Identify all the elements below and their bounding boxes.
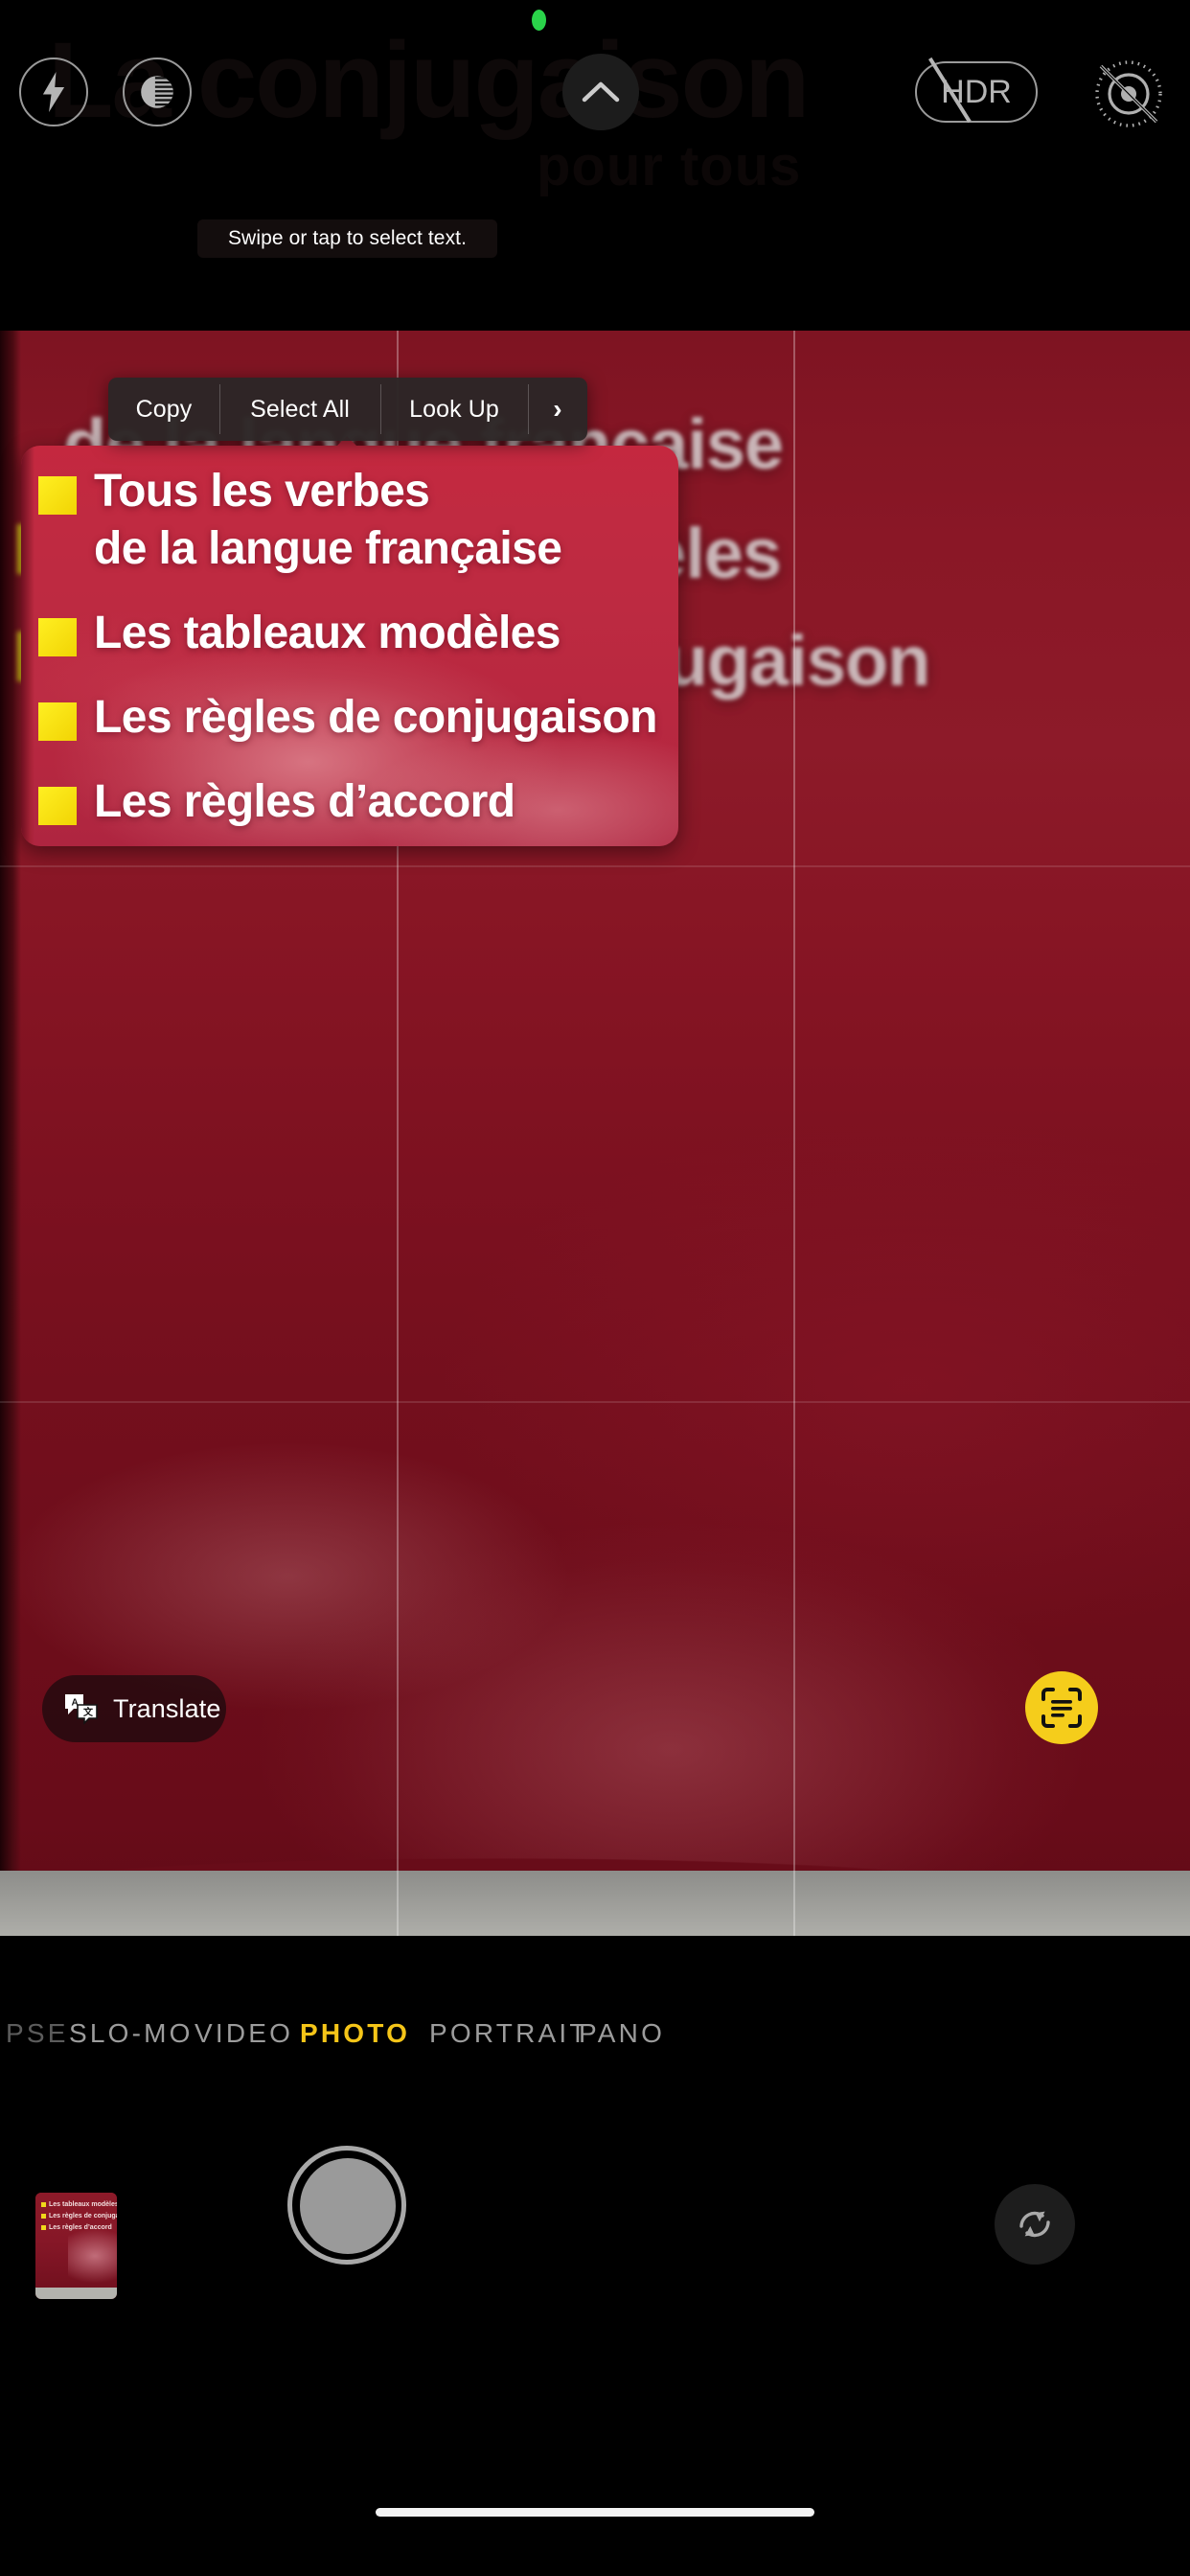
home-indicator — [376, 2508, 814, 2517]
live-photo-button[interactable] — [1092, 58, 1165, 130]
bullet-square-icon — [38, 476, 77, 515]
camera-in-use-indicator — [532, 10, 546, 31]
thumbnail-text-3: Les règles d’accord — [41, 2224, 112, 2231]
loupe-line-2: Les tableaux modèles — [21, 605, 678, 662]
night-mode-icon — [137, 72, 177, 112]
bullet-square-icon — [38, 787, 77, 825]
select-all-button[interactable]: Select All — [219, 378, 380, 441]
loupe-line-2-text: Les tableaux modèles — [94, 608, 561, 658]
loupe-line-4-text: Les règles d’accord — [94, 776, 515, 827]
camera-mode-selector[interactable]: PSE SLO-MO VIDEO PHOTO PORTRAIT PANO — [0, 2009, 1190, 2058]
svg-text:文: 文 — [83, 1706, 94, 1718]
look-up-button[interactable]: Look Up — [380, 378, 528, 441]
shutter-button[interactable] — [287, 2146, 406, 2265]
loupe-line-1: Tous les verbes de la langue française — [21, 463, 678, 578]
thumbnail-text-2: Les règles de conjugaison — [41, 2213, 117, 2220]
mode-photo[interactable]: PHOTO — [300, 2018, 410, 2049]
camera-flip-button[interactable] — [995, 2184, 1075, 2265]
hdr-button[interactable]: HDR — [915, 57, 1038, 124]
chevron-up-icon — [582, 80, 620, 104]
mode-video[interactable]: VIDEO — [195, 2018, 293, 2049]
desk-surface — [0, 1871, 1190, 1936]
translate-label: Translate — [113, 1693, 221, 1723]
loupe-line-1-text: Tous les verbes de la langue française — [94, 466, 562, 574]
photo-library-thumbnail[interactable]: Les tableaux modèles Les règles de conju… — [35, 2193, 117, 2299]
live-photo-off-icon — [1092, 58, 1165, 130]
thumbnail-text-1: Les tableaux modèles — [41, 2201, 117, 2208]
expand-controls-button[interactable] — [562, 54, 639, 130]
flash-button[interactable] — [19, 58, 88, 126]
grid-line-horizontal-top — [0, 865, 1190, 867]
translate-icon: A 文 — [63, 1692, 100, 1725]
more-options-chevron-right-icon[interactable]: › — [528, 378, 587, 441]
camera-top-controls: HDR — [0, 54, 1190, 172]
mode-slo-mo[interactable]: SLO-MO — [69, 2018, 194, 2049]
bullet-square-icon — [38, 702, 77, 741]
live-text-scan-icon — [1040, 1686, 1084, 1730]
night-mode-button[interactable] — [123, 58, 192, 126]
mode-portrait[interactable]: PORTRAIT — [429, 2018, 589, 2049]
bullet-square-icon — [38, 618, 77, 656]
text-selection-context-menu: Copy Select All Look Up › — [108, 378, 587, 441]
camera-flip-icon — [1011, 2200, 1059, 2248]
flash-icon — [39, 72, 68, 112]
thumbnail-highlight — [68, 2229, 117, 2283]
live-text-tooltip: Swipe or tap to select text. — [197, 219, 497, 258]
mode-time-lapse[interactable]: PSE — [6, 2018, 69, 2049]
translate-button[interactable]: A 文 Translate — [42, 1675, 226, 1742]
thumbnail-desk — [35, 2288, 117, 2299]
loupe-line-3-text: Les règles de conjugaison — [94, 692, 657, 743]
grid-line-horizontal-bottom — [0, 1401, 1190, 1403]
copy-button[interactable]: Copy — [108, 378, 219, 441]
shutter-button-inner — [300, 2158, 396, 2254]
live-text-scan-button[interactable] — [1025, 1671, 1098, 1744]
camera-screen: La conjugaison pour tous HDR de la langu… — [0, 0, 1190, 2576]
mode-pano[interactable]: PANO — [579, 2018, 665, 2049]
loupe-line-3: Les règles de conjugaison — [21, 689, 678, 747]
grid-line-vertical-right — [793, 331, 795, 1936]
text-magnifier-loupe: Tous les verbes de la langue française L… — [21, 446, 678, 846]
loupe-line-4: Les règles d’accord — [21, 773, 678, 831]
